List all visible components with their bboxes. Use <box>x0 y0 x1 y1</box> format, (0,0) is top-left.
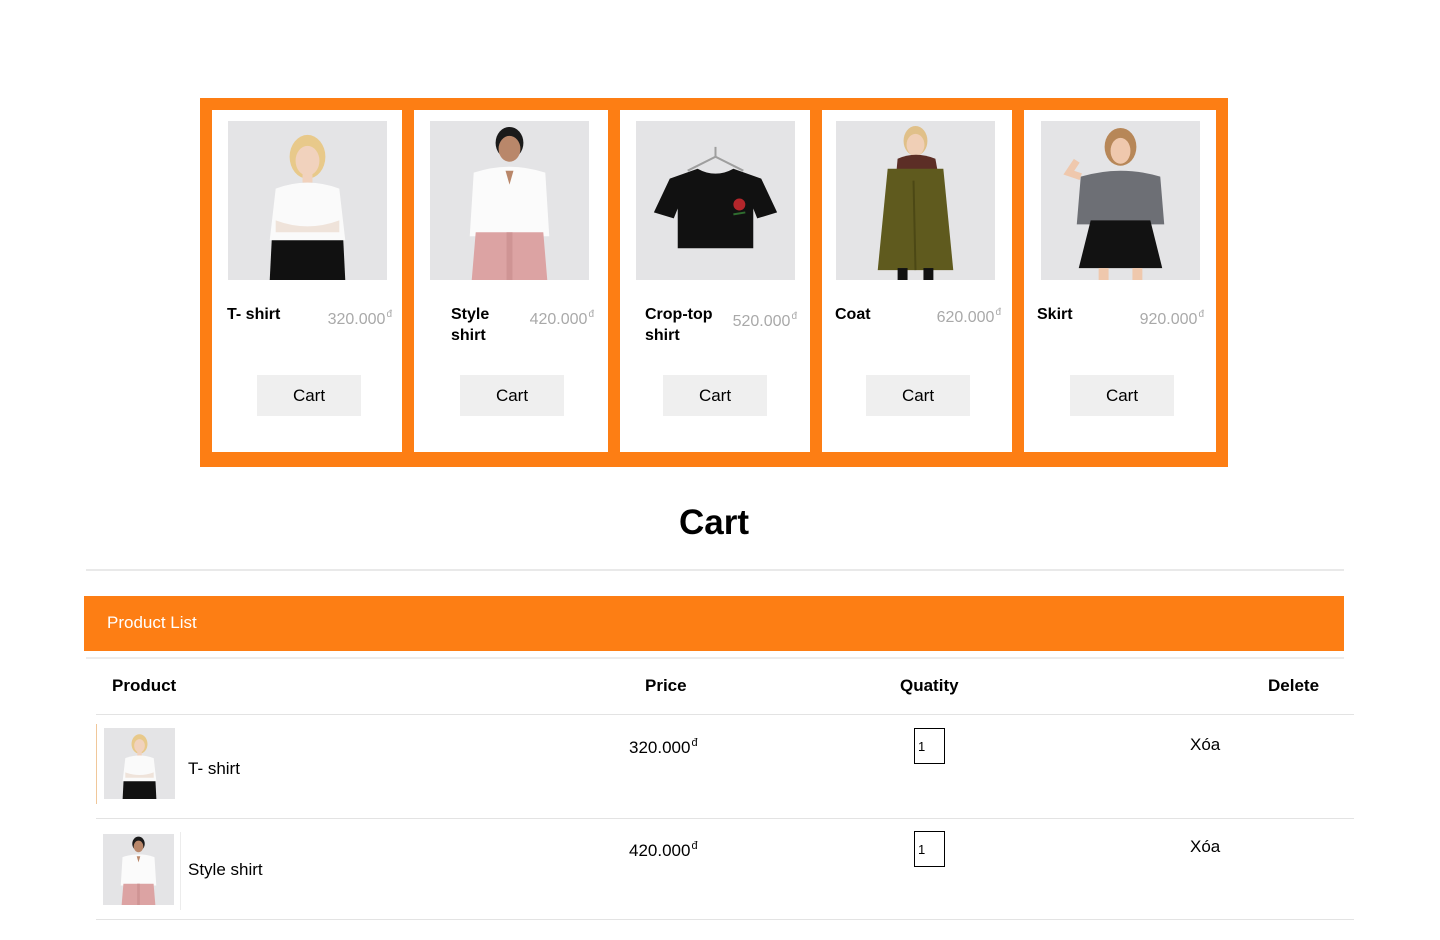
row-accent <box>180 832 181 910</box>
product-name: Coat <box>835 306 871 323</box>
product-list-title: Product List <box>107 613 197 632</box>
divider <box>96 919 1354 920</box>
row-product-image <box>103 834 174 905</box>
product-card: T- shirt 320.000đ Cart <box>212 110 402 452</box>
divider <box>96 714 1354 715</box>
product-name: Crop-top shirt <box>645 306 713 344</box>
column-header-price: Price <box>645 676 687 695</box>
row-accent <box>96 724 97 804</box>
column-header-product: Product <box>112 676 177 695</box>
column-header-delete: Delete <box>1268 676 1320 695</box>
quantity-input[interactable] <box>914 728 945 764</box>
delete-link[interactable]: Xóa <box>1190 735 1220 755</box>
product-price: 520.000đ <box>732 311 797 330</box>
product-image <box>430 121 589 280</box>
add-to-cart-button[interactable]: Cart <box>257 375 361 416</box>
product-price: 620.000đ <box>936 307 1001 326</box>
divider <box>86 569 1344 571</box>
add-to-cart-button[interactable]: Cart <box>1070 375 1174 416</box>
cart-title: Cart <box>678 503 750 542</box>
product-card: Style shirt 420.000đ Cart <box>414 110 608 452</box>
product-card: Skirt 920.000đ Cart <box>1024 110 1216 452</box>
row-product-image <box>104 728 175 799</box>
product-name: Style shirt <box>451 306 490 344</box>
add-to-cart-button[interactable]: Cart <box>866 375 970 416</box>
column-header-quantity: Quatity <box>900 676 959 695</box>
product-image <box>836 121 995 280</box>
product-name: Skirt <box>1037 306 1073 323</box>
product-name: T- shirt <box>227 306 281 323</box>
product-grid: T- shirt 320.000đ Cart Style shirt 420.0… <box>200 98 1228 467</box>
row-price: 420.000đ <box>629 840 698 860</box>
product-list-header: Product List <box>84 596 1344 651</box>
divider <box>86 657 1344 659</box>
product-card: Coat 620.000đ Cart <box>822 110 1012 452</box>
product-price: 420.000đ <box>529 309 594 328</box>
divider <box>96 818 1354 819</box>
product-image <box>636 121 795 280</box>
product-card: Crop-top shirt 520.000đ Cart <box>620 110 810 452</box>
quantity-input[interactable] <box>914 831 945 867</box>
product-image <box>1041 121 1200 280</box>
add-to-cart-button[interactable]: Cart <box>460 375 564 416</box>
row-product-name: Style shirt <box>188 860 263 879</box>
delete-link[interactable]: Xóa <box>1190 837 1220 857</box>
row-price: 320.000đ <box>629 737 698 757</box>
row-product-name: T- shirt <box>188 759 240 778</box>
product-price: 320.000đ <box>327 309 392 328</box>
add-to-cart-button[interactable]: Cart <box>663 375 767 416</box>
product-image <box>228 121 387 280</box>
product-price: 920.000đ <box>1139 309 1204 328</box>
